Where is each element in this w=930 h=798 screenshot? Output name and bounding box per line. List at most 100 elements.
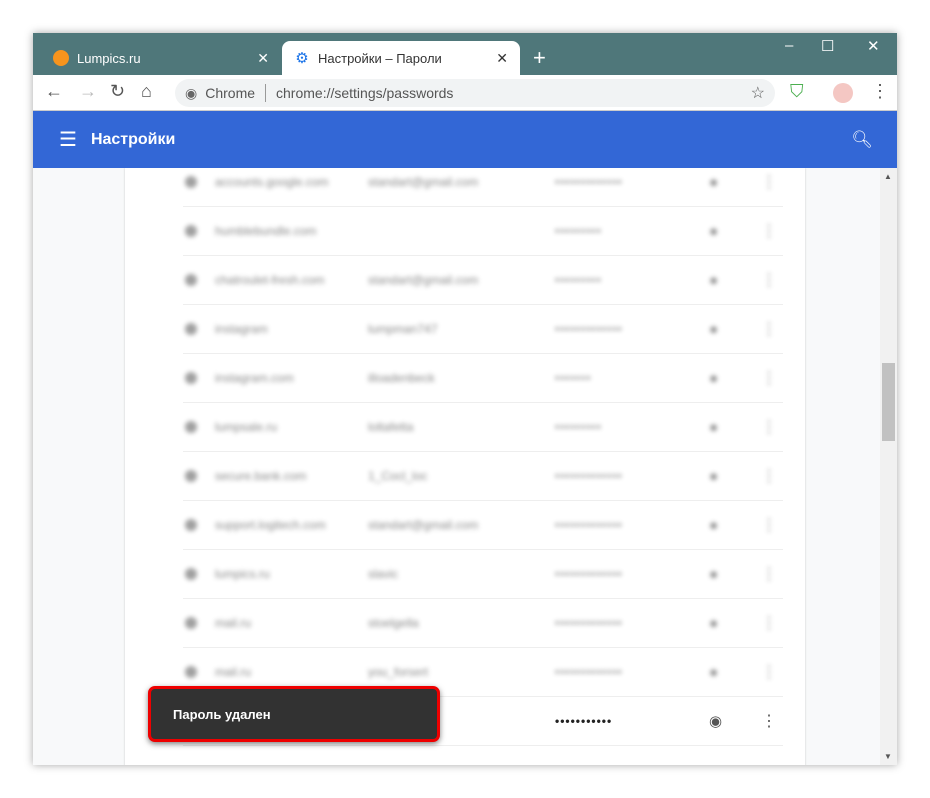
chrome-icon: ◉	[185, 84, 198, 101]
more-actions-icon[interactable]: ⋮	[761, 711, 777, 731]
gear-icon: ⚙	[295, 50, 309, 67]
more-actions-icon[interactable]: ⋮	[761, 466, 777, 486]
forward-button[interactable]: →	[79, 81, 97, 102]
site-name[interactable]: mail.ru	[215, 616, 251, 630]
site-favicon-icon	[185, 519, 197, 531]
more-actions-icon[interactable]: ⋮	[761, 417, 777, 437]
site-favicon-icon	[185, 568, 197, 580]
eye-icon[interactable]: ●	[709, 566, 718, 583]
site-name[interactable]: chatroulet-fresh.com	[215, 273, 324, 287]
eye-icon[interactable]: ●	[709, 468, 718, 485]
tab-label: Lumpics.ru	[77, 50, 141, 66]
username: you_forsert	[368, 665, 429, 679]
site-name[interactable]: lumpics.ru	[215, 567, 270, 581]
eye-icon[interactable]: ●	[709, 272, 718, 289]
password-dots: •••••••••••••	[555, 567, 623, 581]
toolbar: ← → ↻ ⌂ ◉ Chrome chrome://settings/passw…	[33, 75, 897, 111]
more-actions-icon[interactable]: ⋮	[761, 221, 777, 241]
more-actions-icon[interactable]: ⋮	[761, 368, 777, 388]
close-tab-icon[interactable]: ✕	[257, 50, 269, 67]
more-actions-icon[interactable]: ⋮	[761, 662, 777, 682]
site-name[interactable]: humblebundle.com	[215, 224, 316, 238]
password-dots: •••••••••••••	[555, 518, 623, 532]
eye-icon[interactable]: ◉	[709, 712, 722, 730]
eye-icon[interactable]: ●	[709, 664, 718, 681]
settings-header: ☰ Настройки 🔍︎	[33, 111, 897, 168]
password-row: mail.ru stoelgella ••••••••••••• ● ⋮	[183, 599, 783, 648]
search-icon[interactable]: 🔍︎	[851, 130, 873, 150]
toast-message: Пароль удален	[173, 706, 271, 722]
new-tab-button[interactable]: +	[533, 45, 546, 71]
maximize-button[interactable]: ☐	[821, 37, 834, 55]
back-button[interactable]: ←	[45, 81, 63, 102]
more-actions-icon[interactable]: ⋮	[761, 270, 777, 290]
username: loltafetta	[368, 420, 414, 434]
username: standart@gmail.com	[368, 518, 479, 532]
username: lumpman747	[368, 322, 438, 336]
password-row: secure.bank.com 1_Cocl_loc ••••••••••••• ● ⋮	[183, 452, 783, 501]
hamburger-menu-icon[interactable]: ☰	[59, 127, 77, 152]
extension-icon[interactable]	[833, 83, 853, 103]
address-bar[interactable]: ◉ Chrome chrome://settings/passwords ☆	[175, 79, 775, 107]
more-actions-icon[interactable]: ⋮	[761, 319, 777, 339]
close-window-button[interactable]: ✕	[867, 37, 880, 55]
tab-lumpics[interactable]: Lumpics.ru ✕	[41, 41, 281, 75]
more-actions-icon[interactable]: ⋮	[761, 172, 777, 192]
username: standart@gmail.com	[368, 175, 479, 189]
eye-icon[interactable]: ●	[709, 223, 718, 240]
reload-button[interactable]: ↻	[110, 81, 125, 102]
scrollbar-thumb[interactable]	[882, 363, 895, 441]
tab-settings[interactable]: ⚙ Настройки – Пароли ✕	[282, 41, 520, 75]
home-button[interactable]: ⌂	[141, 81, 152, 102]
username: 1_Cocl_loc	[368, 469, 428, 483]
tab-label: Настройки – Пароли	[318, 50, 442, 66]
tab-bar: Lumpics.ru ✕ ⚙ Настройки – Пароли ✕ + – …	[33, 33, 897, 75]
origin-label: Chrome	[205, 85, 256, 101]
eye-icon[interactable]: ●	[709, 321, 718, 338]
password-dots: •••••••	[555, 371, 592, 385]
password-row: lumpics.ru slavic ••••••••••••• ● ⋮	[183, 550, 783, 599]
site-name[interactable]: accounts.google.com	[215, 175, 328, 189]
password-row: instagram lumpman747 ••••••••••••• ● ⋮	[183, 305, 783, 354]
more-actions-icon[interactable]: ⋮	[761, 564, 777, 584]
site-name[interactable]: instagram	[215, 322, 268, 336]
browser-window: Lumpics.ru ✕ ⚙ Настройки – Пароли ✕ + – …	[33, 33, 897, 765]
site-name[interactable]: lumpsale.ru	[215, 420, 277, 434]
more-actions-icon[interactable]: ⋮	[761, 613, 777, 633]
eye-icon[interactable]: ●	[709, 370, 718, 387]
eye-icon[interactable]: ●	[709, 174, 718, 191]
site-favicon-icon	[185, 274, 197, 286]
page-title: Настройки	[90, 130, 176, 148]
password-dots: •••••••••	[555, 224, 602, 238]
orange-icon	[53, 50, 69, 66]
scrollbar[interactable]: ▲ ▼	[880, 168, 897, 765]
username: illoadenbeck	[368, 371, 435, 385]
minimize-button[interactable]: –	[785, 37, 793, 54]
site-name[interactable]: instagram.com	[215, 371, 294, 385]
close-tab-icon[interactable]: ✕	[496, 50, 508, 67]
shield-extension-icon[interactable]: ⛉	[790, 81, 804, 102]
eye-icon[interactable]: ●	[709, 615, 718, 632]
site-favicon-icon	[185, 372, 197, 384]
password-row: chatroulet-fresh.com standart@gmail.com ••…	[183, 256, 783, 305]
menu-kebab-icon[interactable]: ⋮	[871, 81, 889, 102]
password-dots: •••••••••••••	[555, 322, 623, 336]
password-dots: •••••••••	[555, 420, 602, 434]
site-name[interactable]: secure.bank.com	[215, 469, 306, 483]
password-dots: •••••••••••••	[555, 469, 623, 483]
site-name[interactable]: mail.ru	[215, 665, 251, 679]
username: standart@gmail.com	[368, 273, 479, 287]
password-dots: •••••••••••	[555, 714, 613, 728]
eye-icon[interactable]: ●	[709, 517, 718, 534]
site-name[interactable]: support.logitech.com	[215, 518, 326, 532]
star-icon[interactable]: ☆	[751, 83, 765, 103]
site-favicon-icon	[185, 225, 197, 237]
eye-icon[interactable]: ●	[709, 419, 718, 436]
site-favicon-icon	[185, 666, 197, 678]
toast-password-deleted: Пароль удален	[148, 686, 440, 742]
site-favicon-icon	[185, 176, 197, 188]
url-text: chrome://settings/passwords	[276, 85, 454, 101]
site-favicon-icon	[185, 470, 197, 482]
more-actions-icon[interactable]: ⋮	[761, 515, 777, 535]
username: stoelgella	[368, 616, 419, 630]
